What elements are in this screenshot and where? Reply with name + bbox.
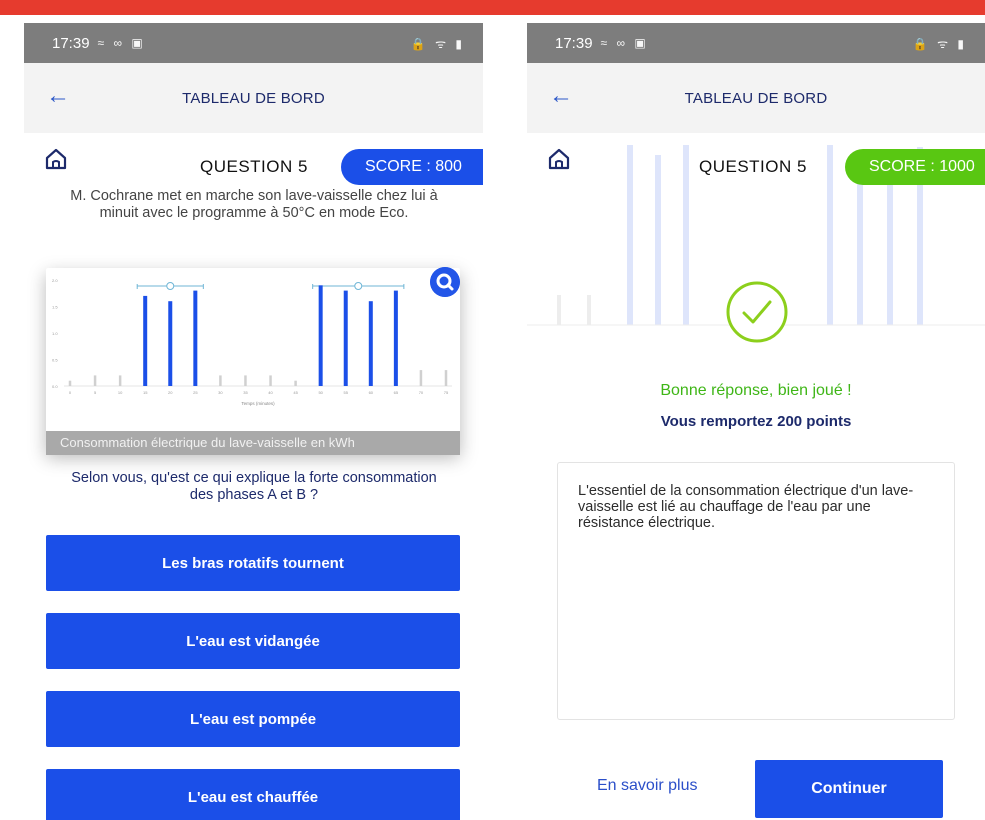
feedback-title: Bonne réponse, bien joué !	[660, 382, 852, 399]
x-tick-label: 45	[293, 390, 298, 395]
question-label: QUESTION 5	[699, 157, 807, 176]
x-tick-label: 55	[344, 390, 349, 395]
page-title: TABLEAU DE BORD	[684, 89, 828, 107]
consumption-chart: 0.0 0.5 1.0 1.5 2.0 0 5 10 15 20 25 30 35 40 45 50 55 60 6…	[52, 278, 452, 406]
x-axis-label: Temps (minutes)	[241, 401, 275, 406]
x-tick-label: 75	[444, 390, 449, 395]
x-tick-label: 10	[118, 390, 123, 395]
bar	[419, 370, 423, 386]
bar	[244, 375, 247, 386]
status-time: 17:39	[555, 34, 593, 52]
check-circle-icon	[726, 281, 788, 343]
top-red-bar	[0, 0, 985, 15]
question-text: M. Cochrane met en marche son lave-vaiss…	[70, 188, 438, 221]
status-time: 17:39	[52, 34, 90, 52]
bar	[269, 375, 272, 386]
arrow-left-icon[interactable]: ←	[549, 84, 575, 109]
status-bar: 17:39 ≈ ∞ ▣ 🔒 ᯤ ▮	[24, 23, 483, 63]
chart-caption: Consommation électrique du lave-vaissell…	[46, 431, 460, 455]
bar	[444, 370, 448, 386]
x-tick-label: 50	[318, 390, 323, 395]
x-tick-label: 40	[268, 390, 273, 395]
y-tick-label: 1.0	[52, 331, 58, 336]
answer-button-1[interactable]: Les bras rotatifs tournent	[46, 535, 460, 591]
question-row: QUESTION 5 SCORE : 1000	[527, 147, 985, 187]
status-left-icons: ≈ ∞ ▣	[600, 36, 649, 50]
zoom-icon[interactable]	[430, 267, 460, 297]
bar	[343, 290, 348, 386]
phase-a-marker[interactable]	[166, 282, 175, 290]
feedback-points: Vous remportez 200 points	[660, 413, 852, 430]
learn-more-link[interactable]: En savoir plus	[597, 777, 698, 795]
x-tick-label: 15	[143, 390, 148, 395]
status-left-icons: ≈ ∞ ▣	[97, 36, 146, 50]
explanation-text: L'essentiel de la consommation électriqu…	[578, 483, 914, 531]
bar	[143, 295, 148, 386]
bar	[318, 285, 323, 386]
x-tick-label: 5	[94, 390, 97, 395]
left-phone-screen: 17:39 ≈ ∞ ▣ 🔒 ᯤ ▮ ← TABLEAU DE BORD QUES…	[24, 15, 483, 820]
y-tick-label: 0.0	[52, 384, 58, 389]
phase-b-marker[interactable]	[354, 282, 363, 290]
app-bar: ← TABLEAU DE BORD	[24, 63, 483, 133]
x-tick-label: 35	[243, 390, 248, 395]
bar	[393, 290, 398, 386]
x-tick-label: 20	[168, 390, 173, 395]
right-phone-screen: 17:39 ≈ ∞ ▣ 🔒 ᯤ ▮ ← TABLEAU DE BORD QUES…	[527, 15, 985, 820]
x-tick-label: 60	[369, 390, 374, 395]
home-icon[interactable]	[44, 147, 68, 171]
bar	[168, 301, 173, 386]
y-tick-label: 0.5	[52, 358, 58, 363]
question-prompt: Selon vous, qu'est ce qui explique la fo…	[71, 470, 437, 503]
status-right-icons: 🔒 ᯤ ▮	[912, 36, 967, 51]
status-right-icons: 🔒 ᯤ ▮	[410, 36, 465, 51]
x-tick-label: 30	[218, 390, 223, 395]
question-label: QUESTION 5	[200, 157, 308, 176]
x-tick-label: 65	[394, 390, 399, 395]
score-badge: SCORE : 1000	[845, 149, 985, 185]
x-tick-label: 25	[193, 390, 198, 395]
bar	[193, 290, 198, 386]
bar	[368, 301, 373, 386]
score-badge: SCORE : 800	[341, 149, 483, 185]
explanation-box: L'essentiel de la consommation électriqu…	[557, 462, 955, 720]
answer-button-4[interactable]: L'eau est chauffée	[46, 769, 460, 820]
bar	[294, 380, 297, 386]
status-bar: 17:39 ≈ ∞ ▣ 🔒 ᯤ ▮	[527, 23, 985, 63]
home-icon[interactable]	[547, 147, 571, 171]
x-tick-label: 0	[69, 390, 72, 395]
arrow-left-icon[interactable]: ←	[46, 84, 72, 109]
page-title: TABLEAU DE BORD	[182, 89, 325, 107]
x-tick-label: 70	[419, 390, 424, 395]
answer-button-3[interactable]: L'eau est pompée	[46, 691, 460, 747]
continue-button[interactable]: Continuer	[755, 760, 943, 818]
bar	[68, 380, 72, 386]
question-row: QUESTION 5 SCORE : 800	[24, 147, 483, 187]
y-tick-label: 1.5	[52, 305, 58, 310]
app-bar: ← TABLEAU DE BORD	[527, 63, 985, 133]
bar	[118, 375, 122, 386]
bar	[93, 375, 97, 386]
chart-card[interactable]: 0.0 0.5 1.0 1.5 2.0 0 5 10 15 20 25 30 35 40 45 50 55 60 6…	[46, 268, 460, 452]
y-tick-label: 2.0	[52, 278, 58, 283]
bar	[219, 375, 222, 386]
answer-button-2[interactable]: L'eau est vidangée	[46, 613, 460, 669]
